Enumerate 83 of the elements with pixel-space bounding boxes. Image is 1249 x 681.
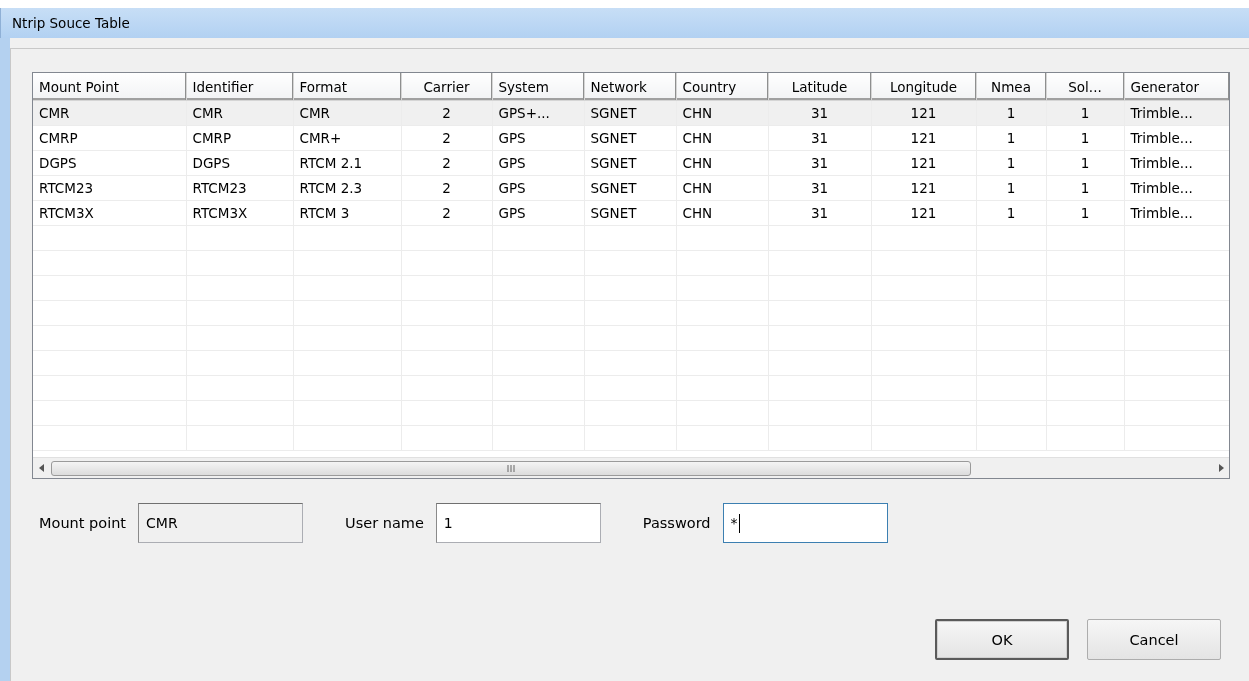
table-cell: CHN [676,100,768,126]
table-cell: CMR [33,100,186,126]
table-cell: Trimble... [1124,175,1229,201]
cancel-button[interactable]: Cancel [1087,619,1221,660]
window-title: Ntrip Souce Table [12,15,130,31]
column-header[interactable]: Latitude [768,73,871,101]
column-header[interactable]: System [492,73,584,101]
table-cell: Trimble... [1124,200,1229,226]
table-cell: Trimble... [1124,150,1229,176]
column-header[interactable]: Sol... [1046,73,1124,101]
table-cell: SGNET [584,150,676,176]
table-cell: 1 [1046,175,1124,201]
table-cell: 1 [976,200,1046,226]
table-cell: 1 [1046,125,1124,151]
table-cell: CHN [676,150,768,176]
table-cell: 1 [1046,200,1124,226]
table-cell: GPS [492,150,584,176]
column-header[interactable]: Generator [1124,73,1229,101]
table-cell: 31 [768,125,871,151]
table-cell: CHN [676,125,768,151]
table-cell: 31 [768,175,871,201]
table-cell: RTCM 2.1 [293,150,401,176]
column-header[interactable]: Mount Point [33,73,186,101]
table-cell: 1 [976,125,1046,151]
table-cell: 2 [401,175,492,201]
table-cell: 121 [871,150,976,176]
column-header[interactable]: Country [676,73,768,101]
table-cell: 2 [401,100,492,126]
table-cell: Trimble... [1124,125,1229,151]
table-cell: 31 [768,150,871,176]
grip-icon [506,464,516,472]
input-field[interactable]: 1 [435,503,601,543]
table-cell: 2 [401,125,492,151]
scroll-right-icon[interactable] [1218,464,1224,472]
table-cell: SGNET [584,100,676,126]
table-cell: CMR [293,100,401,126]
column-header[interactable]: Identifier [186,73,293,101]
table-cell: RTCM23 [33,175,186,201]
table-cell: GPS+... [492,100,584,126]
table-cell: RTCM23 [186,175,293,201]
table-cell: 31 [768,200,871,226]
table-cell: CHN [676,200,768,226]
column-header[interactable]: Nmea [976,73,1046,101]
column-header[interactable]: Longitude [871,73,976,101]
table-cell: CMR [186,100,293,126]
table-cell: DGPS [33,150,186,176]
table-cell: RTCM 2.3 [293,175,401,201]
table-cell: 2 [401,200,492,226]
table-cell: 121 [871,100,976,126]
table-cell: 121 [871,200,976,226]
table-cell: RTCM 3 [293,200,401,226]
table-cell: GPS [492,125,584,151]
scroll-left-icon[interactable] [38,464,44,472]
table-cell: Trimble... [1124,100,1229,126]
column-header[interactable]: Network [584,73,676,101]
table-cell: 1 [1046,100,1124,126]
horizontal-scrollbar[interactable] [33,457,1229,478]
table-cell: CHN [676,175,768,201]
field-label: Mount point [39,515,127,531]
table-cell: SGNET [584,125,676,151]
ok-button[interactable]: OK [935,619,1069,660]
table-cell: 1 [976,175,1046,201]
table-cell: 121 [871,125,976,151]
field-label: Password [642,515,711,531]
table-cell: 1 [1046,150,1124,176]
table-cell: CMR+ [293,125,401,151]
table-cell: 1 [976,150,1046,176]
column-header[interactable]: Carrier [401,73,492,101]
table-cell: CMRP [33,125,186,151]
table-cell: GPS [492,200,584,226]
field-label: User name [345,515,424,531]
table-cell: RTCM3X [33,200,186,226]
table-cell: 121 [871,175,976,201]
table-cell: 31 [768,100,871,126]
table-cell: SGNET [584,175,676,201]
input-field[interactable]: * [722,503,888,543]
column-header[interactable]: Format [293,73,401,101]
table-cell: DGPS [186,150,293,176]
table-cell: SGNET [584,200,676,226]
table-cell: CMRP [186,125,293,151]
table-cell: 2 [401,150,492,176]
table-cell: GPS [492,175,584,201]
table-cell: RTCM3X [186,200,293,226]
